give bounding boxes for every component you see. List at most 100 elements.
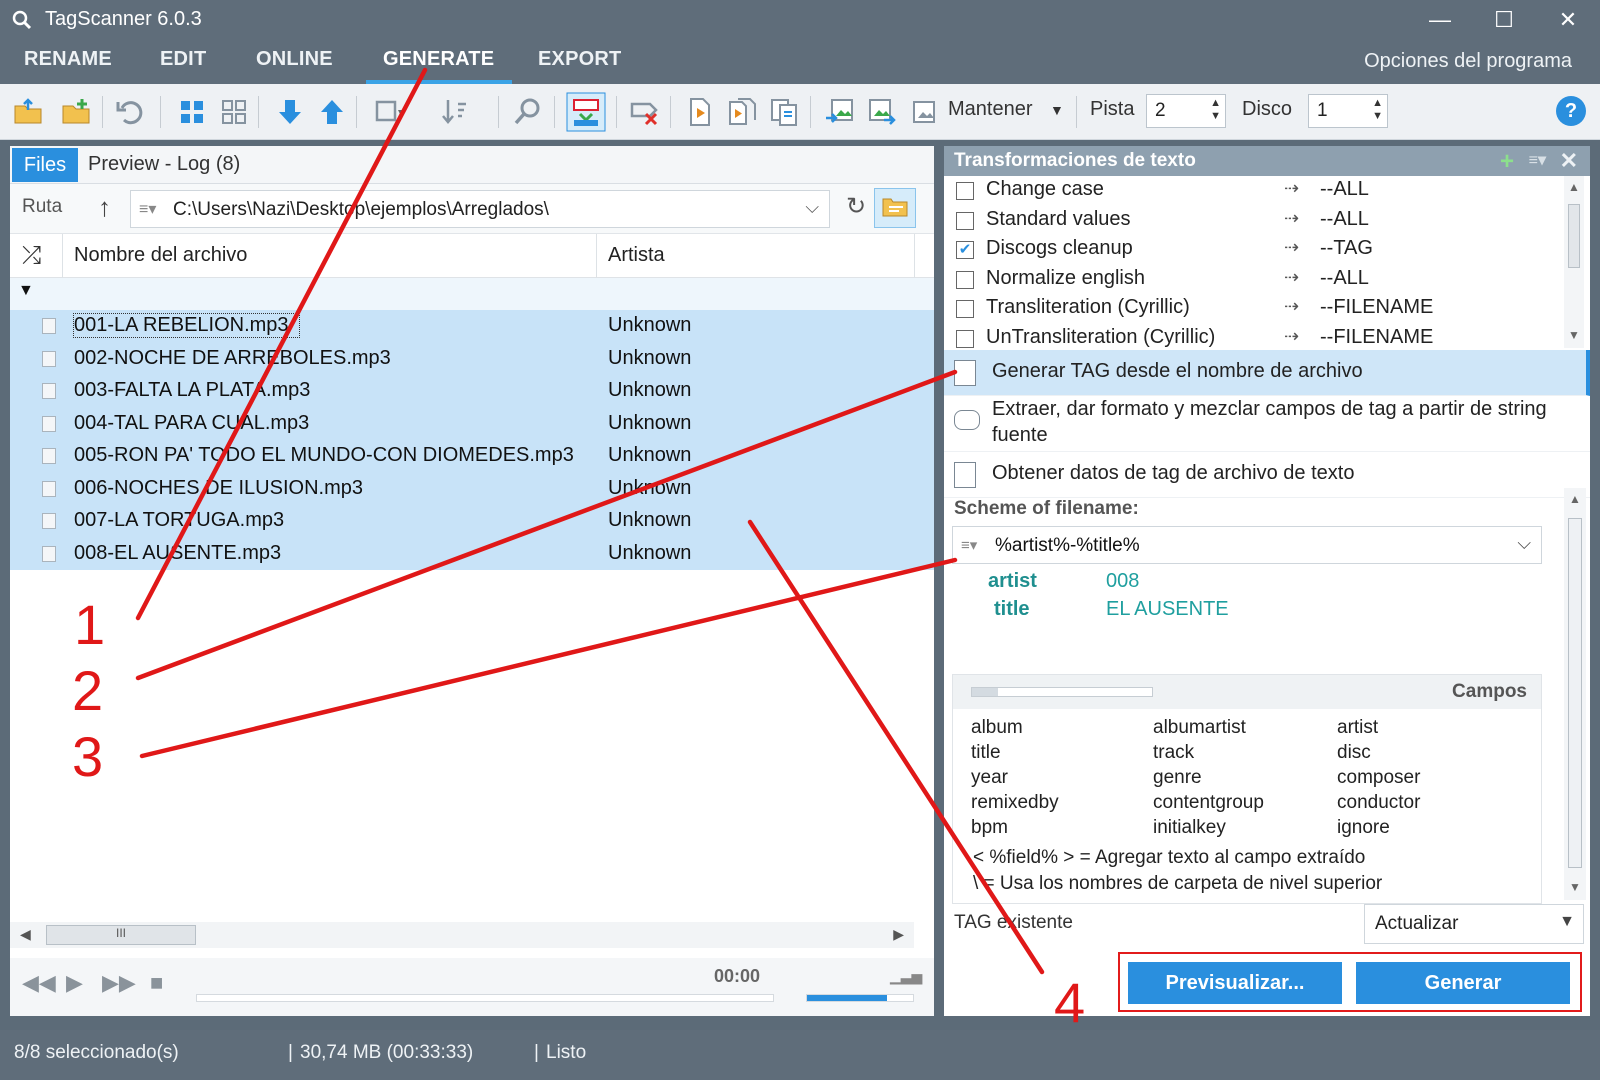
menu-rename[interactable]: RENAME (24, 48, 112, 71)
file-play-icon[interactable] (684, 96, 716, 128)
search-icon[interactable] (512, 96, 544, 128)
shuffle-icon[interactable]: ⤮ (22, 242, 41, 270)
frame-select-icon[interactable] (372, 96, 404, 128)
group-row[interactable]: ▼ (10, 278, 934, 310)
keep-dropdown[interactable]: Mantener (948, 98, 1033, 121)
horizontal-scrollbar[interactable]: ◀ III ▶ (10, 922, 914, 948)
table-row[interactable]: 001-LA REBELION.mp3 Unknown (10, 310, 934, 343)
column-artist[interactable]: Artista (608, 244, 665, 267)
fields-slider[interactable] (971, 687, 1153, 697)
remove-tag-icon[interactable] (628, 96, 660, 128)
table-row[interactable]: 007-LA TORTUGA.mp3 Unknown (10, 505, 934, 538)
menu-export[interactable]: EXPORT (538, 48, 621, 71)
list-item[interactable]: Change case ⇢ --ALL (944, 176, 1564, 206)
checkbox[interactable] (956, 211, 974, 230)
list-menu-icon[interactable]: ≡▾ (1529, 150, 1546, 170)
table-row[interactable]: 004-TAL PARA CUAL.mp3 Unknown (10, 407, 934, 440)
path-input[interactable]: ≡▾ C:\Users\Nazi\Desktop\ejemplos\Arregl… (130, 190, 830, 228)
play-icon[interactable]: ▶ (66, 970, 83, 996)
deselect-icon[interactable] (218, 96, 250, 128)
field-item[interactable]: bpm (971, 817, 1008, 839)
cover-options-icon[interactable] (908, 96, 940, 128)
field-item[interactable]: album (971, 717, 1023, 739)
scroll-down-icon[interactable]: ▼ (1568, 328, 1580, 342)
table-row[interactable]: 002-NOCHE DE ARREBOLES.mp3 Unknown (10, 342, 934, 375)
action-from-text-file[interactable]: Obtener datos de tag de archivo de texto (944, 452, 1590, 498)
close-button[interactable]: ✕ (1546, 4, 1590, 36)
add-folder-icon[interactable] (60, 96, 92, 128)
generate-tag-icon[interactable] (566, 92, 606, 132)
field-item[interactable]: genre (1153, 767, 1202, 789)
scroll-left-icon[interactable]: ◀ (20, 926, 31, 943)
chevron-down-icon[interactable]: ▼ (1559, 913, 1575, 931)
column-divider[interactable] (596, 234, 597, 278)
files-play-icon[interactable] (726, 96, 758, 128)
scheme-input[interactable]: ≡▾ %artist%-%title% ⌵ (952, 526, 1542, 564)
volume-slider[interactable] (806, 994, 914, 1002)
program-options-link[interactable]: Opciones del programa (1364, 50, 1572, 73)
action-generate-from-filename[interactable]: Generar TAG desde el nombre de archivo (944, 350, 1590, 396)
scroll-right-icon[interactable]: ▶ (893, 926, 904, 943)
chevron-down-icon[interactable]: ▼ (1050, 102, 1064, 118)
chevron-down-icon[interactable]: ⌵ (1517, 533, 1531, 554)
action-extract-format[interactable]: Extraer, dar formato y mezclar campos de… (944, 396, 1590, 452)
checkbox[interactable] (956, 270, 974, 289)
table-row[interactable]: 006-NOCHES DE ILUSION.mp3 Unknown (10, 472, 934, 505)
spin-arrows-icon[interactable]: ▲ ▼ (1372, 97, 1383, 123)
select-all-icon[interactable] (176, 96, 208, 128)
scroll-thumb[interactable]: III (46, 925, 196, 945)
cover-export-icon[interactable] (866, 96, 898, 128)
existing-tag-select[interactable]: Actualizar ▼ (1364, 904, 1584, 944)
list-item[interactable]: ✔ Discogs cleanup ⇢ --TAG (944, 235, 1564, 265)
maximize-button[interactable]: ☐ (1482, 4, 1526, 36)
checkbox[interactable] (956, 329, 974, 348)
rewind-icon[interactable]: ◀◀ (22, 970, 56, 996)
menu-online[interactable]: ONLINE (256, 48, 333, 71)
menu-edit[interactable]: EDIT (160, 48, 206, 71)
chevron-down-icon[interactable]: ⌵ (805, 197, 819, 218)
field-item[interactable]: ignore (1337, 817, 1390, 839)
browse-folder-button[interactable] (874, 188, 916, 228)
field-item[interactable]: initialkey (1153, 817, 1226, 839)
close-icon[interactable]: ✕ (1560, 148, 1578, 174)
move-down-icon[interactable] (274, 96, 306, 128)
scroll-up-icon[interactable]: ▲ (1568, 180, 1580, 194)
refresh-icon[interactable]: ↻ (846, 192, 866, 221)
help-icon[interactable]: ? (1556, 96, 1586, 126)
minimize-button[interactable]: — (1418, 4, 1462, 36)
tab-preview-log[interactable]: Preview - Log (8) (88, 153, 240, 176)
cover-import-icon[interactable] (824, 96, 856, 128)
list-item[interactable]: Normalize english ⇢ --ALL (944, 265, 1564, 295)
column-divider[interactable] (914, 234, 915, 278)
field-item[interactable]: albumartist (1153, 717, 1246, 739)
open-folder-icon[interactable] (12, 96, 44, 128)
field-item[interactable]: title (971, 742, 1001, 764)
scroll-thumb[interactable] (1568, 518, 1582, 868)
checkbox[interactable]: ✔ (956, 241, 974, 259)
list-item[interactable]: Standard values ⇢ --ALL (944, 206, 1564, 236)
up-arrow-icon[interactable]: ↑ (98, 192, 111, 223)
add-icon[interactable]: + (1500, 148, 1514, 176)
column-filename[interactable]: Nombre del archivo (74, 244, 247, 267)
field-item[interactable]: track (1153, 742, 1194, 764)
generate-button[interactable]: Generar (1356, 962, 1570, 1004)
field-item[interactable]: composer (1337, 767, 1420, 789)
preview-button[interactable]: Previsualizar... (1128, 962, 1342, 1004)
checkbox[interactable] (956, 182, 974, 200)
undo-icon[interactable] (114, 96, 146, 128)
field-item[interactable]: contentgroup (1153, 792, 1264, 814)
fast-forward-icon[interactable]: ▶▶ (102, 970, 136, 996)
spin-arrows-icon[interactable]: ▲ ▼ (1210, 97, 1221, 123)
scroll-up-icon[interactable]: ▲ (1569, 492, 1581, 506)
copy-files-icon[interactable] (768, 96, 800, 128)
transformations-scrollbar[interactable]: ▲ ▼ (1564, 176, 1584, 348)
panel-scrollbar[interactable]: ▲ ▼ (1564, 488, 1586, 900)
stop-icon[interactable]: ■ (150, 970, 163, 996)
history-list-icon[interactable]: ≡▾ (961, 536, 977, 554)
table-row[interactable]: 003-FALTA LA PLATA.mp3 Unknown (10, 375, 934, 408)
track-stepper[interactable]: 2 ▲ ▼ (1146, 94, 1226, 128)
tab-files[interactable]: Files (12, 148, 78, 182)
table-row[interactable]: 005-RON PA' TODO EL MUNDO-CON DIOMEDES.m… (10, 440, 934, 473)
field-item[interactable]: conductor (1337, 792, 1420, 814)
scroll-thumb[interactable] (1568, 204, 1580, 268)
